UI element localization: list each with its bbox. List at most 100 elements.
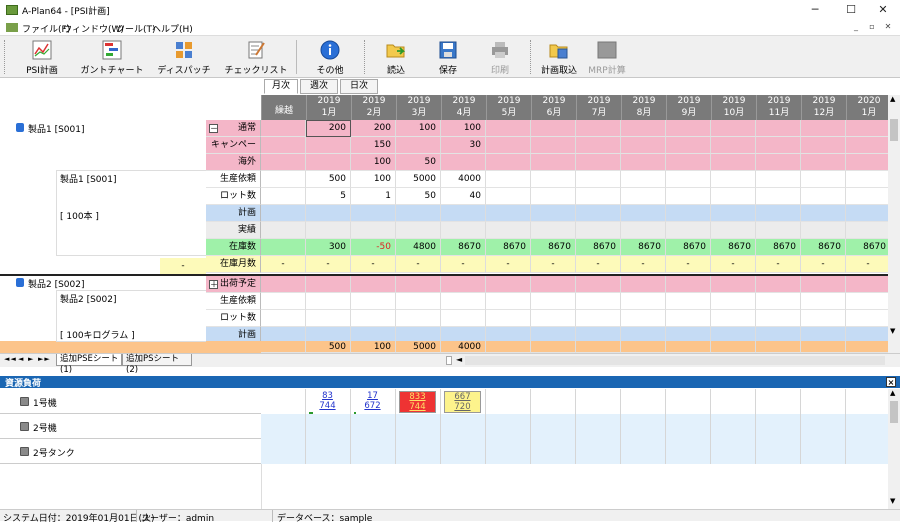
resource-load-cell[interactable] [666, 389, 711, 414]
grid-cell[interactable] [666, 310, 711, 327]
mdi-close-button[interactable]: ✕ [882, 22, 894, 34]
grid-cell[interactable]: - [576, 256, 621, 273]
grid-cell[interactable] [531, 171, 576, 188]
resource-load-cell[interactable] [846, 389, 891, 414]
grid-cell[interactable] [846, 205, 891, 222]
grid-cell[interactable] [351, 276, 396, 293]
grid-cell[interactable]: - [351, 256, 396, 273]
grid-cell[interactable] [306, 137, 351, 154]
grid-cell[interactable]: 100 [396, 120, 441, 137]
grid-cell[interactable] [756, 188, 801, 205]
resource-load-cell[interactable] [621, 389, 666, 414]
grid-cell[interactable] [711, 310, 756, 327]
resource-panel-close-icon[interactable]: × [886, 377, 896, 387]
grid-cell[interactable] [531, 154, 576, 171]
resource-load-cell[interactable] [756, 439, 801, 464]
grid-cell[interactable] [846, 171, 891, 188]
grid-cell[interactable] [756, 205, 801, 222]
grid-cell[interactable] [711, 120, 756, 137]
grid-cell[interactable] [801, 205, 846, 222]
grid-cell[interactable] [531, 276, 576, 293]
resource-load-cell[interactable] [351, 414, 396, 439]
grid-cell[interactable]: 8670 [711, 239, 756, 256]
grid-cell[interactable]: - [441, 256, 486, 273]
grid-cell[interactable]: 30 [441, 137, 486, 154]
resource-load-chip[interactable]: 833 744 [399, 391, 436, 413]
grid-cell[interactable] [801, 154, 846, 171]
res-scroll-thumb[interactable] [890, 401, 898, 423]
grid-cell[interactable] [306, 222, 351, 239]
grid-cell[interactable] [801, 293, 846, 310]
grid-cell[interactable]: 40 [441, 188, 486, 205]
resource-load-cell[interactable] [711, 414, 756, 439]
horizontal-scrollbar[interactable] [465, 356, 885, 365]
resource-load-chip[interactable]: 17 672 [354, 391, 391, 413]
grid-cell[interactable] [846, 154, 891, 171]
grid-cell[interactable] [396, 137, 441, 154]
grid-cell[interactable] [576, 171, 621, 188]
resource-load-cell[interactable] [801, 414, 846, 439]
res-scroll-up-icon[interactable]: ▲ [890, 389, 895, 397]
grid-cell[interactable]: 8670 [576, 239, 621, 256]
resource-load-cell[interactable] [846, 414, 891, 439]
grid-cell[interactable] [261, 171, 306, 188]
grid-cell[interactable] [666, 222, 711, 239]
grid-cell[interactable]: 50 [396, 154, 441, 171]
grid-cell[interactable] [396, 276, 441, 293]
grid-cell[interactable]: - [666, 256, 711, 273]
menu-tools[interactable]: ツール(T) [116, 22, 156, 35]
grid-cell[interactable] [576, 188, 621, 205]
grid-cell[interactable] [711, 276, 756, 293]
expand-toggle-icon[interactable]: － [209, 124, 218, 133]
grid-cell[interactable] [801, 222, 846, 239]
resource-load-cell[interactable] [621, 439, 666, 464]
grid-cell[interactable] [531, 293, 576, 310]
resource-load-cell[interactable] [486, 389, 531, 414]
mdi-minimize-button[interactable]: _ [850, 22, 862, 34]
grid-cell[interactable] [621, 154, 666, 171]
grid-cell[interactable] [711, 293, 756, 310]
grid-cell[interactable]: 4000 [441, 171, 486, 188]
grid-cell[interactable]: 8670 [801, 239, 846, 256]
grid-cell[interactable]: 8670 [441, 239, 486, 256]
grid-cell[interactable] [441, 276, 486, 293]
grid-cell[interactable]: 8670 [846, 239, 891, 256]
grid-cell[interactable] [576, 293, 621, 310]
grid-cell[interactable] [621, 137, 666, 154]
grid-cell[interactable] [441, 222, 486, 239]
grid-vertical-scrollbar[interactable]: ▲ ▼ [888, 95, 900, 353]
grid-cell[interactable]: - [846, 256, 891, 273]
res-scroll-down-icon[interactable]: ▼ [890, 497, 895, 505]
grid-cell[interactable] [756, 222, 801, 239]
grid-cell[interactable] [801, 310, 846, 327]
maximize-button[interactable]: ☐ [834, 0, 868, 20]
grid-cell[interactable]: 8670 [486, 239, 531, 256]
grid-cell[interactable] [486, 310, 531, 327]
resource-load-cell[interactable] [441, 414, 486, 439]
grid-cell[interactable] [486, 222, 531, 239]
toolbar-grip-3[interactable] [530, 40, 533, 74]
sheet-nav-first[interactable]: ◄◄ [4, 355, 17, 363]
close-button[interactable]: ✕ [866, 0, 900, 20]
grid-cell[interactable]: 8670 [621, 239, 666, 256]
tab-monthly[interactable]: 月次 [264, 79, 298, 94]
grid-cell[interactable] [756, 120, 801, 137]
grid-cell[interactable] [441, 293, 486, 310]
resource-load-cell[interactable] [531, 389, 576, 414]
grid-cell[interactable]: - [531, 256, 576, 273]
import-plan-button[interactable]: 計画取込 [536, 38, 582, 76]
grid-cell[interactable] [666, 171, 711, 188]
grid-cell[interactable]: 5000 [396, 171, 441, 188]
grid-cell[interactable] [621, 310, 666, 327]
grid-cell[interactable] [396, 205, 441, 222]
grid-cell[interactable] [351, 310, 396, 327]
print-button[interactable]: 印刷 [476, 38, 524, 76]
grid-cell[interactable] [621, 276, 666, 293]
grid-cell[interactable] [531, 310, 576, 327]
grid-cell[interactable] [846, 310, 891, 327]
grid-cell[interactable] [351, 205, 396, 222]
grid-cell[interactable] [621, 120, 666, 137]
grid-cell[interactable] [306, 276, 351, 293]
sheet-nav-last[interactable]: ►► [38, 355, 51, 363]
grid-cell[interactable]: - [621, 256, 666, 273]
